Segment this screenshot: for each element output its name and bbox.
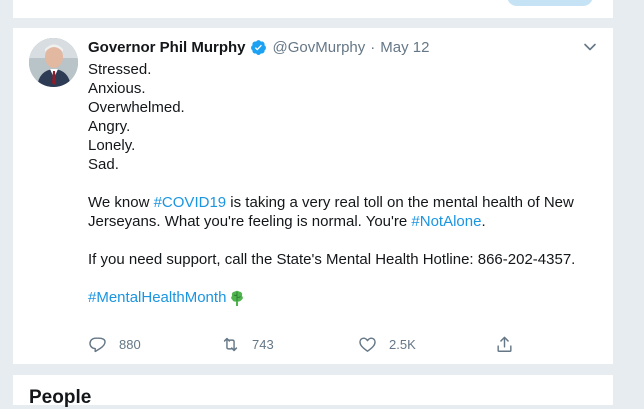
tweet-header: Governor Phil Murphy @GovMurphy · May 12 [88,37,429,57]
tweet-line: Sad. [88,156,119,173]
author-name[interactable]: Governor Phil Murphy [88,39,246,56]
tweet[interactable]: Governor Phil Murphy @GovMurphy · May 12… [13,28,613,364]
retweet-count: 743 [252,336,274,352]
verified-badge-icon [250,39,266,55]
share-icon [497,336,512,352]
hashtag-link[interactable]: #MentalHealthMonth [88,288,226,307]
page-background-right [612,0,644,405]
share-button[interactable] [495,333,526,355]
reply-icon [89,336,106,352]
previous-item-button[interactable] [507,0,593,6]
avatar[interactable] [29,38,78,87]
hashtag-link[interactable]: #NotAlone [411,213,481,230]
timeline-column: Governor Phil Murphy @GovMurphy · May 12… [12,0,613,408]
tweet-line: Anxious. [88,80,146,97]
like-icon [359,336,376,352]
tweet-paragraph: If you need support, call the State's Me… [88,251,576,268]
previous-item-footer [13,0,613,28]
tweet-text-span: We know [88,194,154,211]
like-count: 2.5K [389,336,416,352]
reply-count: 880 [119,336,141,352]
tweet-line: Lonely. [88,137,136,154]
tweet-date[interactable]: May 12 [380,39,429,56]
tweet-line: Stressed. [88,61,152,78]
tweet-paragraph: #MentalHealthMonth [88,288,598,307]
tweet-paragraph: We know #COVID19 is taking a very real t… [88,193,598,231]
tweet-actions: 880 743 2.5K [88,333,528,355]
retweet-button[interactable]: 743 [221,333,274,355]
reply-button[interactable]: 880 [88,333,141,355]
brain-emoji-icon [231,290,244,306]
tweet-text-span: . [481,213,486,230]
author-handle[interactable]: @GovMurphy [273,39,366,56]
tweet-text: Stressed. Anxious. Overwhelmed. Angry. L… [88,60,598,307]
section-divider [13,364,613,374]
meta-separator: · [370,38,376,56]
hashtag-link[interactable]: #COVID19 [154,194,227,211]
tweet-line: Overwhelmed. [88,99,185,116]
chevron-down-icon[interactable] [583,40,597,54]
tweet-line: Angry. [88,118,131,135]
people-section: People [13,374,613,408]
retweet-icon [223,337,238,351]
section-title: People [29,387,92,408]
avatar-photo [29,38,78,87]
like-button[interactable]: 2.5K [358,333,416,355]
